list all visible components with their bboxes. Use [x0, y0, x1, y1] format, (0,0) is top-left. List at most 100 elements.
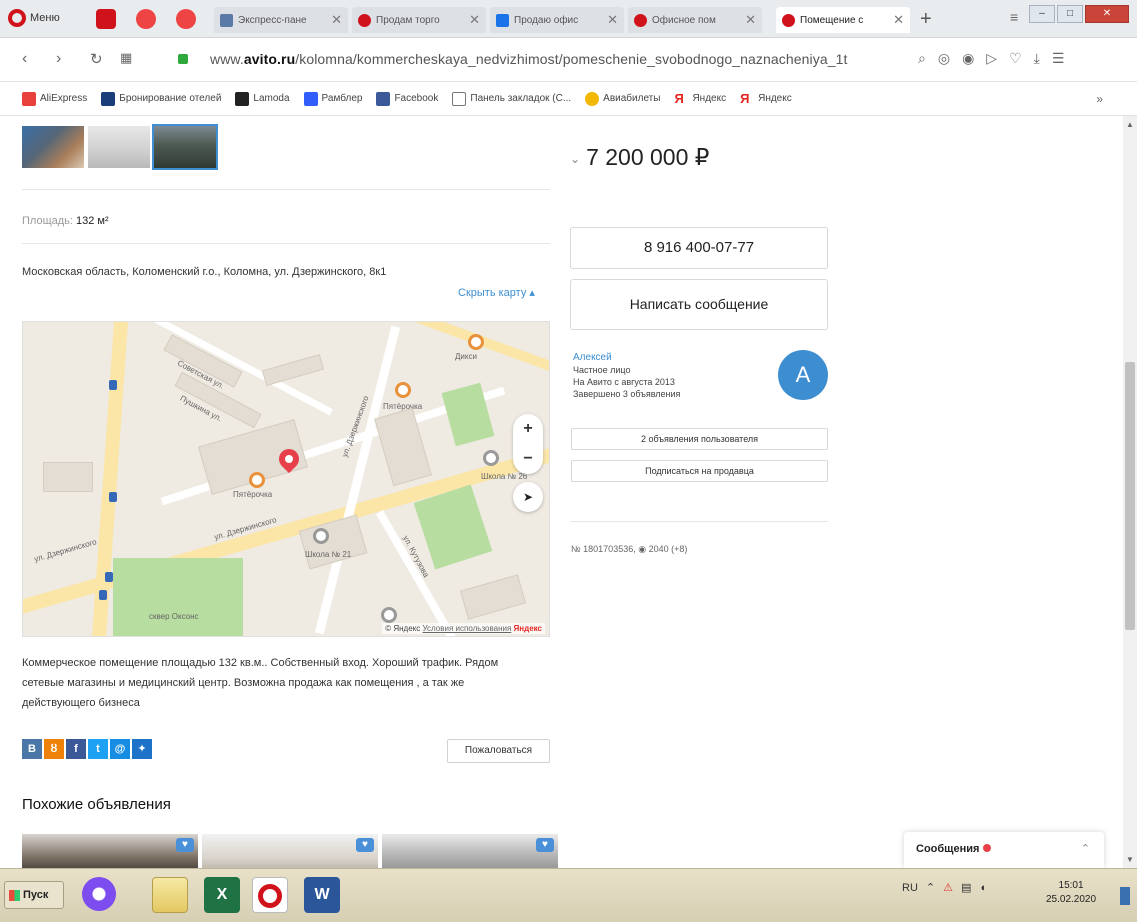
bus-stop-icon[interactable] [99, 590, 107, 600]
shop-poi-icon[interactable] [468, 334, 484, 350]
show-phone-button[interactable]: 8 916 400-07-77 [570, 227, 828, 269]
user-ads-button[interactable]: 2 объявления пользователя [571, 428, 828, 450]
alice-icon[interactable] [82, 877, 116, 911]
twitter-share-icon[interactable]: t [88, 739, 108, 759]
bookmark-yandex-1[interactable]: Я Яндекс [674, 91, 726, 106]
school-poi-icon[interactable] [381, 607, 397, 623]
scroll-down-icon[interactable]: ▼ [1126, 855, 1134, 864]
secure-lock-icon[interactable] [178, 54, 188, 64]
start-button[interactable]: Пуск [4, 881, 64, 909]
minimize-button[interactable]: – [1029, 5, 1055, 23]
network-warning-icon[interactable]: ⚠ [943, 881, 953, 894]
play-icon[interactable]: ▷ [986, 50, 997, 67]
bookmark-rambler[interactable]: Рамблер [303, 91, 362, 106]
close-tab-icon[interactable]: ✕ [607, 12, 618, 28]
bookmark-aviatickets[interactable]: Авиабилеты [585, 91, 660, 106]
menu-icon[interactable]: ☰ [1052, 50, 1065, 67]
page-scrollbar[interactable]: ▲ ▼ [1123, 116, 1137, 868]
close-window-button[interactable]: ✕ [1085, 5, 1129, 23]
seller-avatar[interactable]: А [778, 350, 828, 400]
bookmark-yandex-2[interactable]: Я Яндекс [740, 91, 792, 106]
bookmark-lamoda[interactable]: Lamoda [235, 91, 290, 106]
facebook-share-icon[interactable]: f [66, 739, 86, 759]
url-field[interactable]: www.avito.ru/kolomna/kommercheskaya_nedv… [210, 51, 900, 67]
shop-poi-icon[interactable] [395, 382, 411, 398]
similar-ad-card[interactable]: ♥ [22, 834, 198, 868]
excel-icon[interactable]: X [204, 877, 240, 913]
seller-name-link[interactable]: Алексей [573, 352, 680, 364]
report-button[interactable]: Пожаловаться [447, 739, 550, 763]
favorite-heart-icon[interactable]: ♥ [536, 838, 554, 852]
school-poi-icon[interactable] [313, 528, 329, 544]
word-icon[interactable]: W [304, 877, 340, 913]
school-poi-icon[interactable] [483, 450, 499, 466]
zoom-out-button[interactable]: − [513, 444, 543, 474]
bookmark-aliexpress[interactable]: AliExpress [22, 91, 87, 106]
reload-icon[interactable]: ↻ [90, 50, 103, 68]
vk-share-icon[interactable]: B [22, 739, 42, 759]
pinned-tab-icon[interactable] [136, 9, 156, 29]
pinned-tab-icon[interactable] [176, 9, 196, 29]
tab-listing-1[interactable]: Продам торго ✕ [352, 7, 486, 33]
bus-stop-icon[interactable] [109, 380, 117, 390]
bookmark-folder[interactable]: Панель закладок (С... [452, 91, 571, 106]
scrollbar-thumb[interactable] [1125, 362, 1135, 630]
search-icon[interactable]: ⌕ [918, 50, 926, 67]
favorite-heart-icon[interactable]: ♥ [176, 838, 194, 852]
close-tab-icon[interactable]: ✕ [469, 12, 480, 28]
photo-thumbnail[interactable] [88, 126, 150, 168]
close-tab-icon[interactable]: ✕ [893, 12, 904, 28]
photo-thumbnail-selected[interactable] [152, 124, 218, 170]
forward-icon[interactable]: › [56, 50, 61, 68]
bookmark-facebook[interactable]: Facebook [376, 91, 438, 106]
hide-map-link[interactable]: Скрыть карту ▴ [458, 286, 535, 299]
speed-dial-icon[interactable]: ▦ [120, 50, 132, 66]
download-icon[interactable]: ⤓ [1034, 50, 1040, 67]
camera-icon[interactable]: ◎ [938, 50, 950, 67]
tab-active-listing[interactable]: Помещение с ✕ [776, 7, 910, 33]
chevron-up-icon[interactable]: ⌃ [1081, 842, 1090, 855]
bookmark-booking[interactable]: Бронирование отелей [101, 91, 221, 106]
close-tab-icon[interactable]: ✕ [745, 12, 756, 28]
write-message-button[interactable]: Написать сообщение [570, 279, 828, 330]
opera-taskbar-icon[interactable] [252, 877, 288, 913]
price-dropdown-icon[interactable]: ⌄ [570, 152, 580, 166]
photo-thumbnail[interactable] [22, 126, 84, 168]
volume-icon[interactable]: ◖ [979, 882, 986, 894]
bus-stop-icon[interactable] [109, 492, 117, 502]
new-tab-button[interactable]: + [920, 8, 932, 31]
shop-poi-icon[interactable] [249, 472, 265, 488]
geolocation-button[interactable]: ➤ [513, 482, 543, 512]
scroll-up-icon[interactable]: ▲ [1126, 120, 1134, 129]
subscribe-seller-button[interactable]: Подписаться на продавца [571, 460, 828, 482]
speed-dial-pin-icon[interactable] [96, 9, 116, 29]
network-icon[interactable]: ▤ [961, 881, 971, 894]
location-map[interactable]: Советская ул. Пушкина ул. ул. Дзержинско… [22, 321, 550, 637]
ok-share-icon[interactable]: ȣ [44, 739, 64, 759]
vpn-icon[interactable]: ◉ [962, 50, 974, 67]
close-tab-icon[interactable]: ✕ [331, 12, 342, 28]
similar-ad-card[interactable]: ♥ [202, 834, 378, 868]
moi-mir-share-icon[interactable]: ✦ [132, 739, 152, 759]
maximize-button[interactable]: □ [1057, 5, 1083, 23]
tab-menu-icon[interactable]: ≡ [1010, 9, 1018, 25]
show-desktop-button[interactable] [1120, 887, 1130, 905]
tab-express-panel[interactable]: Экспресс-пане ✕ [214, 7, 348, 33]
map-terms-link[interactable]: Условия использования [423, 624, 512, 633]
messages-widget[interactable]: Сообщения ⌃ [904, 832, 1104, 868]
zoom-in-button[interactable]: + [513, 414, 543, 444]
heart-icon[interactable]: ♡ [1009, 50, 1022, 67]
back-icon[interactable]: ‹ [22, 50, 27, 68]
tab-listing-3[interactable]: Офисное пом ✕ [628, 7, 762, 33]
folder-icon[interactable] [152, 877, 188, 913]
bus-stop-icon[interactable] [105, 572, 113, 582]
opera-menu-button[interactable]: Меню [8, 9, 60, 27]
tray-arrow-icon[interactable]: ⌃ [926, 881, 935, 894]
mailru-share-icon[interactable]: @ [110, 739, 130, 759]
yandex-logo[interactable]: Яндекс [514, 624, 542, 633]
bookmarks-more-button[interactable]: » [1096, 92, 1103, 106]
favorite-heart-icon[interactable]: ♥ [356, 838, 374, 852]
system-clock[interactable]: 15:01 25.02.2020 [1046, 879, 1096, 907]
tab-listing-2[interactable]: Продаю офис ✕ [490, 7, 624, 33]
language-indicator[interactable]: RU [902, 882, 918, 894]
